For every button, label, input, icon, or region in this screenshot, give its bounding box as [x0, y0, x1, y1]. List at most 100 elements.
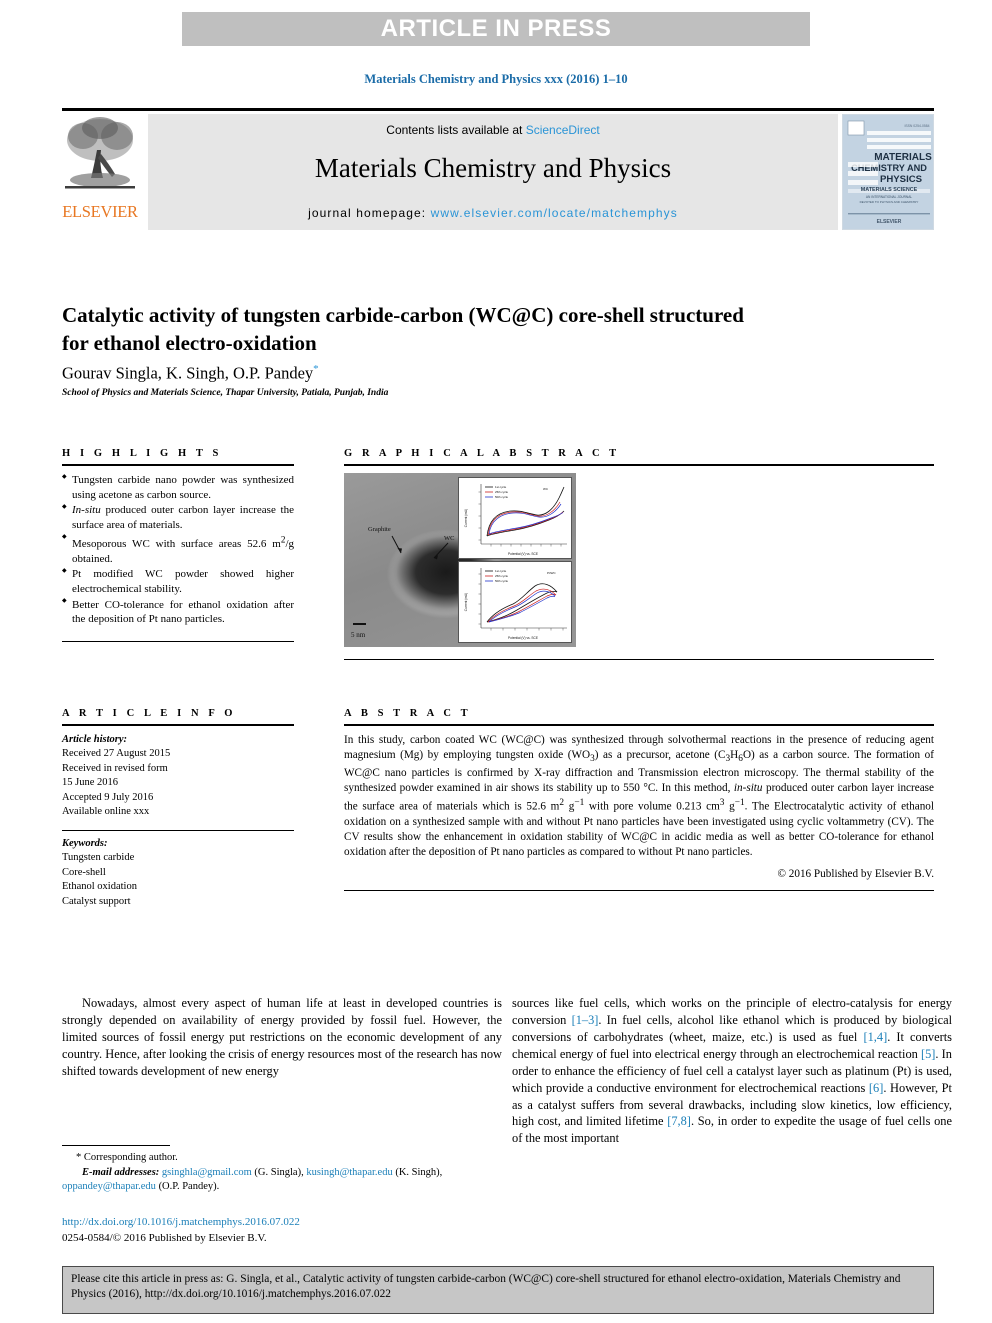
tem-scale-label: 5 nm — [351, 631, 366, 639]
cite-text: Please cite this article in press as: G.… — [71, 1273, 901, 1301]
highlights-section: H I G H L I G H T S Tungsten carbide nan… — [62, 448, 294, 648]
svg-text:1st cycle: 1st cycle — [495, 569, 507, 573]
journal-cover-image: ISSN 0254-0584 MATERIALS CHEMISTRY AND P… — [843, 115, 933, 229]
page-title: Catalytic activity of tungsten carbide-c… — [62, 303, 744, 355]
cv-chart-1-ylabel: Current (mA) — [464, 509, 468, 527]
highlight-text: Mesoporous WC with surface areas 52.6 m2… — [72, 534, 294, 565]
author-list: Gourav Singla, K. Singh, O.P. Pandey* — [62, 363, 319, 384]
list-item: In-situ produced outer carbon layer incr… — [62, 503, 294, 532]
history-item: Available online xxx — [62, 806, 150, 818]
history-item: Received 27 August 2015 — [62, 748, 171, 760]
journal-homepage-line: journal homepage: www.elsevier.com/locat… — [148, 206, 838, 220]
citation-ref[interactable]: [7,8] — [667, 1114, 691, 1128]
svg-text:50th cycle: 50th cycle — [495, 579, 508, 583]
email-label: E-mail addresses: — [82, 1166, 160, 1178]
journal-title: Materials Chemistry and Physics — [314, 153, 672, 183]
article-info-section: A R T I C L E I N F O Article history: R… — [62, 708, 294, 909]
svg-text:1st cycle: 1st cycle — [495, 485, 507, 489]
abstract-copyright: © 2016 Published by Elsevier B.V. — [777, 868, 934, 881]
history-item: Received in revised form — [62, 762, 168, 774]
citation-ref[interactable]: [1–3] — [572, 1013, 599, 1027]
article-in-press-label: ARTICLE IN PRESS — [380, 15, 612, 42]
asterisk-icon: * — [76, 1152, 82, 1163]
svg-text:ISSN 0254-0584: ISSN 0254-0584 — [904, 124, 929, 128]
list-item: Pt modified WC powder showed higher elec… — [62, 567, 294, 596]
svg-text:WC: WC — [543, 487, 549, 491]
graphical-abstract-heading: G R A P H I C A L A B S T R A C T — [344, 448, 620, 459]
citation-ref[interactable]: [6] — [869, 1081, 883, 1095]
running-head: Materials Chemistry and Physics xxx (201… — [364, 72, 628, 86]
keyword-item: Tungsten carbide — [62, 852, 135, 864]
email-link-1[interactable]: gsinghla@gmail.com — [162, 1167, 252, 1178]
contents-band: Contents lists available at ScienceDirec… — [148, 114, 838, 230]
article-info-rule — [62, 724, 294, 726]
abstract-rule — [344, 724, 934, 726]
email-link-3[interactable]: oppandey@thapar.edu — [62, 1181, 156, 1192]
journal-homepage-link[interactable]: www.elsevier.com/locate/matchemphys — [431, 206, 678, 220]
svg-text:25th cycle: 25th cycle — [495, 574, 508, 578]
body-column-left: Nowadays, almost every aspect of human l… — [62, 995, 502, 1080]
contents-available-line: Contents lists available at ScienceDirec… — [148, 123, 838, 137]
abstract-bottom-rule — [344, 890, 934, 892]
svg-text:25th cycle: 25th cycle — [495, 490, 508, 494]
citation-ref[interactable]: [5] — [921, 1047, 935, 1061]
abstract-section: A B S T R A C T In this study, carbon co… — [344, 708, 934, 897]
homepage-prefix: journal homepage: — [308, 206, 431, 220]
tem-label-graphite: Graphite — [368, 526, 391, 533]
list-item: Better CO-tolerance for ethanol oxidatio… — [62, 598, 294, 627]
article-history-label: Article history: — [62, 734, 128, 745]
history-item: Accepted 9 July 2016 — [62, 791, 154, 803]
svg-text:DEVOTED TO PHYSICS AND CHEMIST: DEVOTED TO PHYSICS AND CHEMISTRY — [860, 200, 919, 204]
body-column-right: sources like fuel cells, which works on … — [512, 995, 952, 1147]
body-paragraph: Nowadays, almost every aspect of human l… — [62, 996, 502, 1078]
journal-cover-thumbnail: ISSN 0254-0584 MATERIALS CHEMISTRY AND P… — [842, 114, 934, 230]
graphical-abstract-section: G R A P H I C A L A B S T R A C T Graphi… — [344, 448, 934, 666]
keywords-block: Keywords: Tungsten carbide Core-shell Et… — [62, 837, 294, 909]
doi-block: http://dx.doi.org/10.1016/j.matchemphys.… — [62, 1215, 300, 1247]
list-item: Tungsten carbide nano powder was synthes… — [62, 473, 294, 502]
article-history-block: Article history: Received 27 August 2015… — [62, 733, 294, 820]
email-link-2[interactable]: kusingh@thapar.edu — [306, 1167, 392, 1178]
elsevier-logo: ELSEVIER — [62, 114, 138, 232]
abstract-heading: A B S T R A C T — [344, 708, 472, 719]
abstract-sup: −1 — [734, 797, 745, 808]
corresponding-author-marker: * — [313, 363, 319, 375]
article-in-press-banner: ARTICLE IN PRESS — [182, 12, 810, 46]
email-owner-2: (K. Singh), — [395, 1166, 443, 1178]
highlights-list: Tungsten carbide nano powder was synthes… — [62, 473, 294, 627]
svg-text:AN INTERNATIONAL JOURNAL: AN INTERNATIONAL JOURNAL — [866, 195, 912, 199]
list-item: Mesoporous WC with surface areas 52.6 m2… — [62, 534, 294, 567]
affiliation: School of Physics and Materials Science,… — [62, 388, 389, 398]
elsevier-wordmark: ELSEVIER — [62, 202, 138, 221]
citation-ref[interactable]: [1,4] — [863, 1030, 887, 1044]
footnote-rule — [62, 1145, 170, 1146]
svg-text:50th cycle: 50th cycle — [495, 495, 508, 499]
article-info-heading: A R T I C L E I N F O — [62, 708, 237, 719]
keyword-item: Ethanol oxidation — [62, 881, 137, 893]
highlights-bottom-rule — [62, 640, 294, 642]
keyword-item: Core-shell — [62, 866, 106, 878]
highlight-text: Better CO-tolerance for ethanol oxidatio… — [72, 598, 294, 626]
cv-inset-chart-wc: 1st cycle 25th cycle 50th cycle WC Poten… — [458, 477, 572, 559]
highlights-rule — [62, 464, 294, 466]
keyword-item: Catalyst support — [62, 895, 131, 907]
body-paragraph: sources like fuel cells, which works on … — [512, 995, 952, 1147]
footnote-block: * Corresponding author. E-mail addresses… — [62, 1145, 502, 1195]
cite-this-article-box: Please cite this article in press as: G.… — [62, 1266, 934, 1314]
cv-chart-2-xlabel: Potential (V) vs. SCE — [508, 636, 538, 640]
abstract-seg: ) as a precursor, acetone (C — [594, 749, 726, 762]
cv-chart-1-xlabel: Potential (V) vs. SCE — [508, 552, 538, 556]
graphical-abstract-rule — [344, 464, 934, 466]
graphical-abstract-figure: Graphite WC 5 nm 1st cycle 25th cycle 50… — [344, 473, 576, 647]
sciencedirect-link[interactable]: ScienceDirect — [526, 123, 600, 137]
abstract-seg: g — [724, 800, 735, 813]
tem-scale-bar — [353, 623, 366, 625]
doi-link[interactable]: http://dx.doi.org/10.1016/j.matchemphys.… — [62, 1215, 300, 1231]
history-item: 15 June 2016 — [62, 777, 118, 789]
masthead-top-rule — [62, 108, 934, 111]
cv-inset-chart-ptwc: 1st cycle 25th cycle 50th cycle Pt/WC Po… — [458, 561, 572, 643]
email-owner-3: (O.P. Pandey). — [158, 1181, 220, 1193]
issn-copyright-line: 0254-0584/© 2016 Published by Elsevier B… — [62, 1231, 267, 1244]
svg-text:MATERIALS SCIENCE: MATERIALS SCIENCE — [861, 187, 918, 193]
svg-text:Pt/WC: Pt/WC — [547, 571, 556, 575]
